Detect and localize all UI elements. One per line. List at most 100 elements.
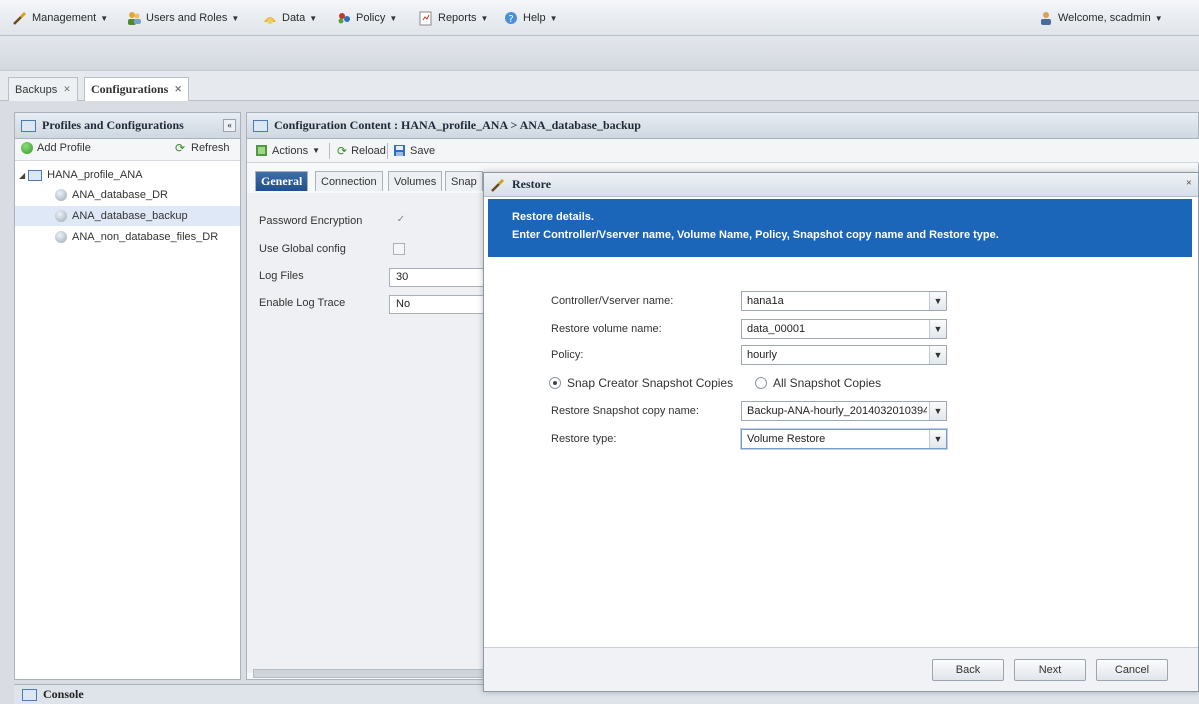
profiles-toolbar: Add Profile ⟳ Refresh — [15, 139, 240, 161]
restore-type-select[interactable]: Volume Restore ▼ — [741, 429, 947, 449]
chevron-down-icon: ▼ — [389, 13, 398, 23]
wrench-icon — [13, 11, 27, 25]
tree-config-item-selected[interactable]: ANA_database_backup — [15, 206, 240, 226]
refresh-button[interactable]: ⟳ Refresh — [175, 142, 230, 154]
close-icon[interactable]: ✕ — [174, 84, 182, 95]
next-button[interactable]: Next — [1014, 659, 1086, 681]
restore-dialog-title: Restore — [512, 177, 552, 191]
data-icon — [264, 17, 276, 24]
config-icon — [55, 231, 67, 243]
policy-select[interactable]: hourly ▼ — [741, 345, 947, 365]
subtab-volumes-label: Volumes — [394, 175, 437, 188]
controller-value: hana1a — [747, 295, 784, 307]
close-icon[interactable]: ✕ — [63, 84, 71, 95]
chevron-down-icon[interactable]: ▼ — [929, 402, 946, 420]
toolbar-band — [0, 36, 1199, 71]
chevron-down-icon[interactable]: ▼ — [929, 292, 946, 310]
configuration-toolbar: Actions ▼ ⟳ Reload Save — [247, 139, 1199, 163]
chevron-down-icon[interactable]: ▼ — [929, 346, 946, 364]
back-button[interactable]: Back — [932, 659, 1004, 681]
menu-policy[interactable]: Policy ▼ — [336, 10, 397, 26]
chevron-down-icon[interactable]: ▼ — [929, 430, 946, 448]
menu-reports-label: Reports — [438, 12, 477, 24]
log-files-label: Log Files — [259, 270, 304, 282]
toolbar-divider — [387, 143, 388, 159]
chevron-down-icon: ▼ — [100, 13, 109, 23]
banner-title: Restore details. — [512, 211, 594, 223]
snap-creator-copies-radio[interactable] — [549, 377, 561, 389]
close-icon[interactable]: × — [1186, 177, 1192, 189]
profiles-panel-header: Profiles and Configurations « — [15, 113, 240, 139]
enable-log-trace-select[interactable]: No — [389, 295, 484, 314]
tab-configurations[interactable]: Configurations ✕ — [84, 77, 189, 101]
chevron-down-icon: ▼ — [1154, 13, 1163, 23]
chevron-down-icon: ▼ — [312, 146, 320, 155]
tree-config-item[interactable]: ANA_database_DR — [15, 185, 240, 205]
console-icon — [22, 688, 37, 701]
tab-backups-label: Backups — [15, 83, 58, 96]
tree-profile-node[interactable]: ◢ HANA_profile_ANA — [15, 165, 240, 185]
menu-management-label: Management — [32, 12, 97, 24]
welcome-user-menu[interactable]: Welcome, scadmin ▼ — [1038, 10, 1163, 26]
snap-creator-copies-label[interactable]: Snap Creator Snapshot Copies — [567, 376, 733, 390]
password-encryption-checkbox[interactable]: ✓ — [395, 215, 407, 227]
subtab-general-label: General — [261, 174, 303, 188]
all-snapshot-copies-radio[interactable] — [755, 377, 767, 389]
restore-volume-select[interactable]: data_00001 ▼ — [741, 319, 947, 339]
menu-management[interactable]: Management ▼ — [12, 10, 108, 26]
reload-label: Reload — [351, 145, 386, 157]
horizontal-scrollbar[interactable] — [253, 669, 493, 678]
tree-config-label: ANA_database_backup — [72, 210, 188, 222]
policy-label: Policy: — [551, 349, 584, 361]
save-icon — [394, 145, 405, 156]
tab-backups[interactable]: Backups ✕ — [8, 77, 78, 101]
help-icon: ? — [505, 12, 517, 25]
controller-label: Controller/Vserver name: — [551, 295, 674, 307]
users-icon — [128, 12, 141, 25]
menu-data[interactable]: Data ▼ — [262, 10, 317, 26]
menu-bar: Management ▼ Users and Roles ▼ Data ▼ Po… — [0, 0, 1199, 36]
menu-policy-label: Policy — [356, 12, 386, 24]
actions-button[interactable]: Actions ▼ — [255, 144, 320, 157]
banner-instructions: Enter Controller/Vserver name, Volume Na… — [512, 229, 999, 241]
add-icon — [21, 142, 33, 154]
refresh-icon: ⟳ — [175, 141, 186, 155]
subtab-general[interactable]: General — [255, 171, 309, 191]
restore-type-value: Volume Restore — [747, 433, 826, 445]
add-profile-label: Add Profile — [37, 142, 91, 154]
config-icon — [55, 210, 67, 222]
panel-icon — [253, 119, 268, 132]
log-files-input[interactable]: 30 — [389, 268, 484, 287]
snapshot-copy-name-select[interactable]: Backup-ANA-hourly_20140320103943 ▼ — [741, 401, 947, 421]
menu-users-and-roles[interactable]: Users and Roles ▼ — [126, 10, 239, 26]
use-global-config-checkbox[interactable] — [393, 243, 405, 255]
tree-config-item[interactable]: ANA_non_database_files_DR — [15, 227, 240, 247]
cancel-button[interactable]: Cancel — [1096, 659, 1168, 681]
profiles-panel: Profiles and Configurations « Add Profil… — [14, 112, 241, 680]
menu-help[interactable]: ? Help ▼ — [503, 10, 558, 26]
collapse-icon[interactable]: « — [223, 119, 236, 132]
subtab-snapshot[interactable]: Snap — [445, 171, 483, 191]
restore-details-banner: Restore details. Enter Controller/Vserve… — [488, 199, 1192, 257]
save-button[interactable]: Save — [393, 144, 435, 157]
all-snapshot-copies-label[interactable]: All Snapshot Copies — [773, 376, 881, 390]
save-label: Save — [410, 144, 436, 157]
welcome-label: Welcome, scadmin — [1058, 12, 1151, 24]
restore-dialog-titlebar[interactable]: Restore × — [484, 173, 1198, 197]
subtab-connection[interactable]: Connection — [315, 171, 383, 191]
chevron-down-icon[interactable]: ▼ — [929, 320, 946, 338]
menu-help-label: Help — [523, 12, 546, 24]
subtab-connection-label: Connection — [321, 175, 377, 188]
menu-data-label: Data — [282, 12, 306, 24]
menu-reports[interactable]: Reports ▼ — [418, 10, 488, 26]
config-icon — [55, 189, 67, 201]
expand-arrow-icon[interactable]: ◢ — [19, 171, 25, 180]
chevron-down-icon: ▼ — [231, 13, 240, 23]
console-title: Console — [43, 687, 84, 701]
subtab-volumes[interactable]: Volumes — [388, 171, 443, 191]
reload-button[interactable]: ⟳ Reload — [337, 144, 386, 158]
main-tab-strip: Backups ✕ Configurations ✕ — [0, 71, 1199, 101]
controller-select[interactable]: hana1a ▼ — [741, 291, 947, 311]
chevron-down-icon: ▼ — [480, 13, 489, 23]
add-profile-button[interactable]: Add Profile — [21, 142, 91, 154]
